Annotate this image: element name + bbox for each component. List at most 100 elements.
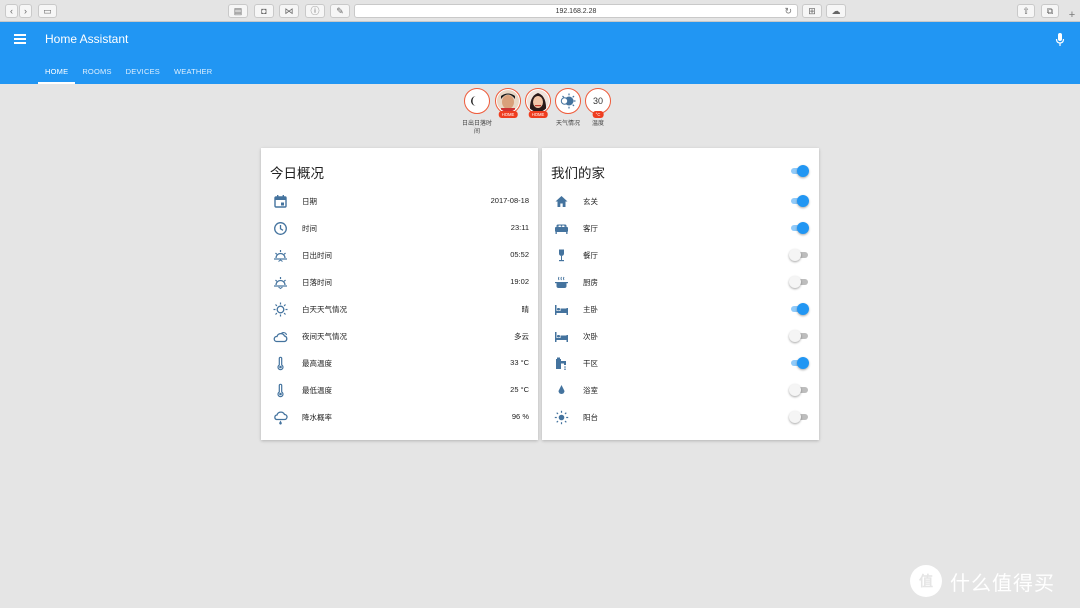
badge-person-1[interactable]: HOME (494, 88, 522, 118)
badge-tag: HOME (498, 111, 518, 118)
summary-card: 今日概况 日期 2017-08-18 时间 23:11 日出时间 05:52 日… (261, 148, 538, 440)
menu-icon[interactable] (14, 34, 26, 44)
share-icon[interactable]: ⇧ (1017, 4, 1035, 18)
row-value: 33 °C (510, 358, 529, 367)
new-tab-icon[interactable]: + (1066, 10, 1078, 22)
bed-icon (554, 329, 569, 344)
toggle-switch[interactable] (789, 222, 809, 234)
address-bar[interactable]: 192.168.2.28 ↻ (354, 4, 798, 18)
row-label: 玄关 (583, 197, 598, 206)
list-item[interactable]: 最低温度 25 °C (261, 377, 538, 404)
row-label: 浴室 (583, 386, 598, 395)
sidebar-toggle-button[interactable]: ▭ (38, 4, 57, 18)
list-item: 主卧 (542, 296, 819, 323)
person-female-avatar (527, 90, 549, 112)
row-label: 干区 (583, 359, 598, 368)
badge-tag: °C (592, 111, 604, 118)
list-item: 客厅 (542, 215, 819, 242)
tab-devices[interactable]: DEVICES (119, 64, 167, 84)
toggle-switch[interactable] (789, 276, 809, 288)
sunrise-icon (273, 248, 288, 263)
row-value: 19:02 (510, 277, 529, 286)
badge-temperature[interactable]: 30 °C 温度 (584, 88, 612, 129)
reload-icon[interactable]: ↻ (784, 5, 792, 18)
info-icon[interactable]: ⓘ (305, 4, 325, 18)
row-label: 餐厅 (583, 251, 598, 260)
tabs-overview-icon[interactable]: ⧉ (1041, 4, 1059, 18)
badge-label: 天气情况 (555, 121, 580, 127)
badge-tag: HOME (528, 111, 548, 118)
list-item: 次卧 (542, 323, 819, 350)
list-item[interactable]: 时间 23:11 (261, 215, 538, 242)
toggle-switch[interactable] (789, 330, 809, 342)
toggle-switch[interactable] (789, 357, 809, 369)
list-item[interactable]: 白天天气情况 晴 (261, 296, 538, 323)
row-value: 96 % (511, 412, 529, 421)
badge-person-2[interactable]: HOME (524, 88, 552, 118)
water-drop-icon (554, 383, 569, 398)
row-label: 日期 (302, 197, 317, 206)
row-label: 主卧 (583, 305, 598, 314)
app-title: Home Assistant (45, 32, 129, 46)
thermometer-icon (273, 383, 288, 398)
calendar-icon (273, 194, 288, 209)
list-item[interactable]: 最高温度 33 °C (261, 350, 538, 377)
cloud-icon[interactable]: ☁ (826, 4, 846, 18)
row-value: 晴 (521, 305, 530, 314)
badge-label: 日出日落时间 (462, 121, 493, 135)
extension-icon[interactable]: ▤ (228, 4, 248, 18)
row-label: 降水概率 (302, 413, 332, 422)
tab-weather[interactable]: WEATHER (167, 64, 219, 84)
row-label: 日落时间 (302, 278, 332, 287)
microphone-icon[interactable] (1055, 33, 1065, 47)
browser-toolbar: ‹ › ▭ ▤ ◘ ⋈ ⓘ ✎ 192.168.2.28 ↻ ⊞ ☁ ⇧ ⧉ + (0, 0, 1080, 22)
badge-sun[interactable]: 日出日落时间 (462, 88, 493, 136)
row-value: 05:52 (510, 250, 529, 259)
toggle-switch[interactable] (789, 411, 809, 423)
tab-home[interactable]: HOME (38, 64, 76, 84)
home-switches-card: 我们的家 玄关 客厅 餐厅 厨房 主卧 次卧 干区 浴室 阳台 (542, 148, 819, 440)
badge-label: 温度 (591, 121, 604, 127)
evernote-icon[interactable]: ✎ (330, 4, 350, 18)
forward-button[interactable]: › (19, 4, 32, 18)
app-header: Home Assistant HOME ROOMS DEVICES WEATHE… (0, 22, 1080, 84)
row-label: 最高温度 (302, 359, 332, 368)
home-icon (554, 194, 569, 209)
list-item: 餐厅 (542, 242, 819, 269)
row-value: 多云 (514, 332, 529, 341)
list-item[interactable]: 夜间天气情况 多云 (261, 323, 538, 350)
toggle-switch[interactable] (789, 384, 809, 396)
list-item[interactable]: 日出时间 05:52 (261, 242, 538, 269)
badge-value: 30 (592, 96, 603, 106)
row-label: 阳台 (583, 413, 598, 422)
row-label: 夜间天气情况 (302, 332, 347, 341)
thermometer-icon (273, 356, 288, 371)
faucet-icon (554, 356, 569, 371)
row-label: 厨房 (583, 278, 598, 287)
badge-weather[interactable]: 天气情况 (554, 88, 582, 129)
grid-icon[interactable]: ⊞ (802, 4, 822, 18)
pot-icon (554, 275, 569, 290)
tab-rooms[interactable]: ROOMS (75, 64, 118, 84)
sunset-icon (273, 275, 288, 290)
list-item: 玄关 (542, 188, 819, 215)
bed-icon (554, 302, 569, 317)
url-text: 192.168.2.28 (555, 8, 597, 15)
pocket-icon[interactable]: ◘ (254, 4, 274, 18)
master-toggle-switch[interactable] (789, 165, 809, 177)
list-item[interactable]: 日落时间 19:02 (261, 269, 538, 296)
row-value: 2017-08-18 (490, 196, 529, 205)
list-item: 厨房 (542, 269, 819, 296)
toggle-switch[interactable] (789, 249, 809, 261)
row-label: 最低温度 (302, 386, 332, 395)
row-value: 25 °C (510, 385, 529, 394)
list-item[interactable]: 降水概率 96 % (261, 404, 538, 431)
toggle-switch[interactable] (789, 195, 809, 207)
list-item[interactable]: 日期 2017-08-18 (261, 188, 538, 215)
row-label: 次卧 (583, 332, 598, 341)
list-item: 干区 (542, 350, 819, 377)
weather-partly-icon (560, 93, 576, 109)
bow-icon[interactable]: ⋈ (279, 4, 299, 18)
toggle-switch[interactable] (789, 303, 809, 315)
back-button[interactable]: ‹ (5, 4, 18, 18)
